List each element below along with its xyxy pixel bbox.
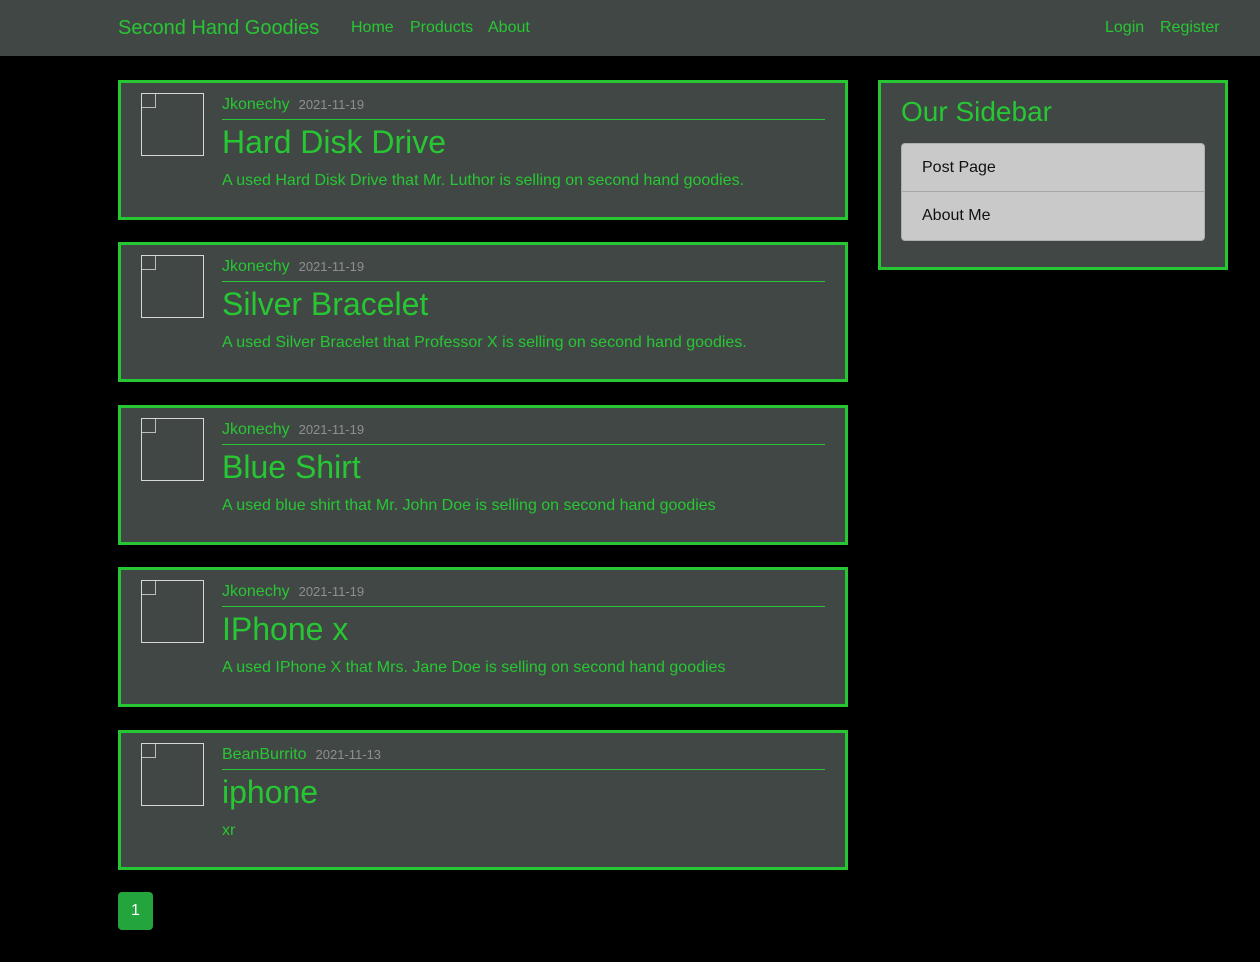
post-title-link[interactable]: iphone — [222, 773, 318, 811]
post-date: 2021-11-19 — [298, 422, 365, 437]
top-navbar: Second Hand Goodies Home Products About … — [0, 0, 1260, 56]
post-image — [141, 580, 204, 643]
post-date: 2021-11-19 — [298, 97, 365, 112]
pagination-page-1-button[interactable]: 1 — [118, 892, 153, 930]
post-image — [141, 743, 204, 806]
post-description: A used IPhone X that Mrs. Jane Doe is se… — [222, 659, 726, 676]
post-meta: Jkonechy 2021-11-19 — [222, 95, 825, 120]
post-date: 2021-11-19 — [298, 584, 365, 599]
post-author-link[interactable]: Jkonechy — [222, 583, 290, 600]
post-date: 2021-11-13 — [315, 747, 382, 762]
post-image — [141, 93, 204, 156]
post-date: 2021-11-19 — [298, 259, 365, 274]
post-description: A used Silver Bracelet that Professor X … — [222, 334, 747, 351]
nav-products-link[interactable]: Products — [410, 18, 473, 38]
broken-image-icon — [142, 256, 156, 270]
post-title-link[interactable]: IPhone x — [222, 610, 348, 648]
post-author-link[interactable]: Jkonechy — [222, 421, 290, 438]
post-meta: Jkonechy 2021-11-19 — [222, 257, 825, 282]
post-author-link[interactable]: Jkonechy — [222, 96, 290, 113]
post-card: Jkonechy 2021-11-19 Hard Disk Drive A use… — [118, 80, 848, 220]
post-description: A used Hard Disk Drive that Mr. Luthor i… — [222, 172, 745, 189]
register-link[interactable]: Register — [1160, 18, 1220, 38]
post-card: Jkonechy 2021-11-19 Blue Shirt A used blu… — [118, 405, 848, 545]
post-image — [141, 255, 204, 318]
post-card: Jkonechy 2021-11-19 IPhone x A used IPhon… — [118, 567, 848, 707]
sidebar-item-post-page[interactable]: Post Page — [902, 144, 1204, 192]
login-link[interactable]: Login — [1105, 18, 1144, 38]
post-author-link[interactable]: BeanBurrito — [222, 746, 307, 763]
sidebar-list: Post Page About Me — [901, 143, 1205, 241]
nav-home-link[interactable]: Home — [351, 18, 394, 38]
brand-link[interactable]: Second Hand Goodies — [118, 16, 319, 40]
post-title-link[interactable]: Hard Disk Drive — [222, 123, 446, 161]
post-title-link[interactable]: Blue Shirt — [222, 448, 361, 486]
post-card: Jkonechy 2021-11-19 Silver Bracelet A use… — [118, 242, 848, 382]
sidebar-item-about-me[interactable]: About Me — [902, 192, 1204, 240]
post-meta: Jkonechy 2021-11-19 — [222, 582, 825, 607]
broken-image-icon — [142, 94, 156, 108]
post-image — [141, 418, 204, 481]
nav-about-link[interactable]: About — [488, 18, 530, 38]
broken-image-icon — [142, 581, 156, 595]
post-description: A used blue shirt that Mr. John Doe is s… — [222, 497, 716, 514]
post-meta: BeanBurrito 2021-11-13 — [222, 745, 825, 770]
post-author-link[interactable]: Jkonechy — [222, 258, 290, 275]
sidebar: Our Sidebar Post Page About Me — [878, 80, 1228, 270]
broken-image-icon — [142, 419, 156, 433]
post-title-link[interactable]: Silver Bracelet — [222, 285, 428, 323]
sidebar-title: Our Sidebar — [901, 96, 1052, 127]
post-card: BeanBurrito 2021-11-13 iphone xr — [118, 730, 848, 870]
post-description: xr — [222, 822, 236, 839]
post-meta: Jkonechy 2021-11-19 — [222, 420, 825, 445]
broken-image-icon — [142, 744, 156, 758]
